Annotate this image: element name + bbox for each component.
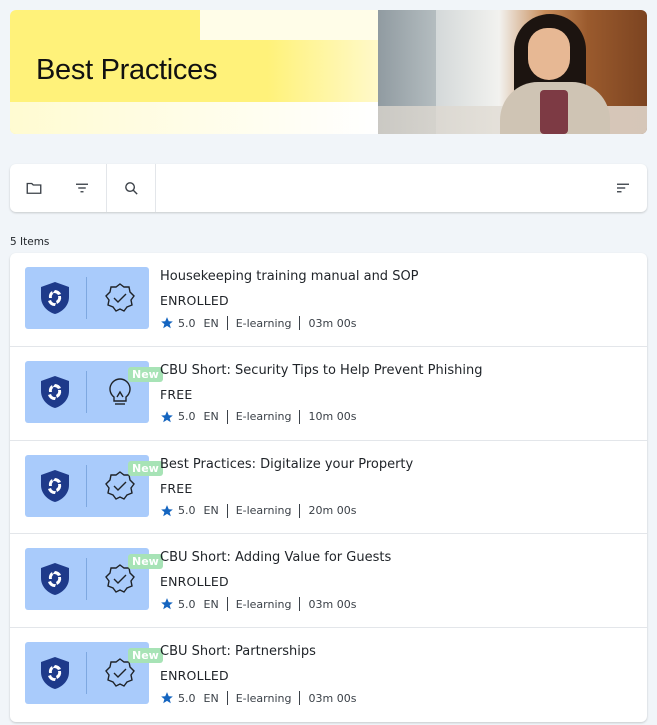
thumbnail-divider [86, 370, 87, 413]
course-title[interactable]: CBU Short: Partnerships [160, 644, 316, 659]
course-meta: 5.0 EN E-learning 03m 00s [160, 597, 357, 612]
list-item[interactable]: Housekeeping training manual and SOP ENR… [10, 253, 647, 347]
meta-divider [299, 316, 301, 330]
meta-divider [226, 691, 228, 706]
course-rating: 5.0 [178, 316, 196, 330]
course-language: EN [203, 410, 219, 424]
course-thumbnail[interactable] [25, 267, 149, 329]
course-thumbnail[interactable]: New [25, 360, 163, 423]
shield-logo-icon [41, 282, 69, 314]
thumbnail-divider [86, 652, 87, 695]
course-type: E-learning [235, 691, 292, 705]
meta-divider [226, 503, 228, 518]
meta-divider [226, 316, 228, 330]
course-status: ENROLLED [160, 668, 229, 684]
thumbnail-divider [86, 558, 87, 601]
course-type: E-learning [235, 504, 292, 518]
course-thumbnail[interactable]: New [25, 548, 163, 611]
course-meta: 5.0 EN E-learning 03m 00s [160, 316, 356, 330]
star-icon [161, 317, 173, 329]
course-rating: 5.0 [178, 691, 196, 705]
new-badge: New [128, 460, 163, 476]
folder-button[interactable] [10, 164, 58, 212]
hero-banner: Best Practices [10, 10, 647, 134]
meta-divider [226, 597, 228, 612]
course-title[interactable]: CBU Short: Adding Value for Guests [160, 550, 391, 565]
course-status: FREE [160, 480, 193, 496]
course-duration: 03m 00s [308, 316, 357, 330]
filter-button[interactable] [58, 164, 106, 212]
hero-decoration-bottom [10, 102, 378, 134]
course-duration: 20m 00s [308, 504, 357, 518]
course-title[interactable]: Housekeeping training manual and SOP [160, 269, 419, 284]
course-type: E-learning [235, 410, 292, 424]
course-meta: 5.0 EN E-learning 20m 00s [160, 503, 357, 518]
star-icon [161, 410, 173, 423]
course-duration: 03m 00s [308, 691, 357, 705]
course-duration: 03m 00s [308, 597, 357, 611]
sort-button[interactable] [599, 164, 647, 212]
new-badge: New [128, 366, 163, 382]
course-thumbnail[interactable]: New [25, 454, 163, 517]
badge-check-icon [105, 283, 135, 312]
toolbar-divider [155, 164, 156, 212]
course-status: ENROLLED [160, 574, 229, 590]
shield-logo-icon [41, 563, 69, 596]
course-title[interactable]: Best Practices: Digitalize your Property [160, 457, 413, 472]
course-status: ENROLLED [160, 293, 229, 308]
course-duration: 10m 00s [308, 410, 357, 424]
list-item[interactable]: New Best Practices: Digitalize your Prop… [10, 441, 647, 535]
thumbnail-divider [86, 464, 87, 507]
shield-logo-icon [41, 375, 69, 408]
course-thumbnail[interactable]: New [25, 642, 163, 705]
course-meta: 5.0 EN E-learning 10m 00s [160, 409, 357, 424]
hero-photo [378, 10, 647, 134]
search-icon [124, 181, 138, 195]
search-button[interactable] [107, 164, 155, 212]
shield-logo-icon [41, 469, 69, 502]
course-type: E-learning [235, 597, 292, 611]
star-icon [161, 692, 173, 704]
meta-divider [299, 503, 301, 518]
course-rating: 5.0 [178, 597, 196, 611]
meta-divider [299, 597, 301, 612]
course-meta: 5.0 EN E-learning 03m 00s [160, 691, 357, 706]
meta-divider [226, 409, 228, 424]
sort-icon [617, 183, 629, 193]
folder-icon [26, 182, 42, 194]
meta-divider [299, 409, 301, 424]
course-type: E-learning [235, 316, 292, 330]
course-rating: 5.0 [178, 504, 196, 518]
list-item[interactable]: New CBU Short: Partnerships ENROLLED 5.0… [10, 628, 647, 722]
star-icon [161, 598, 173, 610]
course-language: EN [203, 597, 219, 611]
new-badge: New [128, 554, 163, 570]
meta-divider [299, 691, 301, 706]
items-count: 5 Items [10, 236, 50, 248]
thumbnail-divider [86, 277, 87, 319]
course-language: EN [203, 316, 219, 330]
shield-logo-icon [41, 657, 69, 690]
new-badge: New [128, 648, 163, 664]
course-status: FREE [160, 386, 193, 402]
list-item[interactable]: New CBU Short: Security Tips to Help Pre… [10, 347, 647, 441]
star-icon [161, 504, 173, 516]
course-language: EN [203, 691, 219, 705]
course-rating: 5.0 [178, 410, 196, 424]
catalog-toolbar [10, 164, 647, 212]
course-list: Housekeeping training manual and SOP ENR… [10, 253, 647, 722]
course-language: EN [203, 504, 219, 518]
filter-icon [76, 183, 88, 193]
page-title: Best Practices [36, 54, 218, 86]
list-item[interactable]: New CBU Short: Adding Value for Guests E… [10, 534, 647, 629]
course-title[interactable]: CBU Short: Security Tips to Help Prevent… [160, 363, 482, 378]
hero-decoration [200, 10, 378, 40]
